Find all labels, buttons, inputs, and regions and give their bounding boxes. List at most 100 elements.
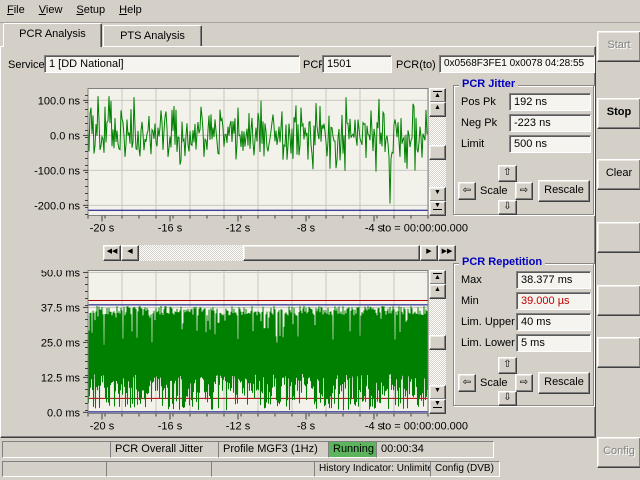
blank-button-1[interactable] [597,222,640,253]
jitter-neg-pk-label: Neg Pk [461,114,497,132]
repetition-scale-left-button[interactable]: ⇦ [458,374,476,392]
repetition-vscroll-bottom-button[interactable]: ▼ [429,399,446,414]
svg-text:25.0 ms: 25.0 ms [41,337,81,349]
stop-button[interactable]: Stop [597,98,640,129]
config-mode: Config (DVB) [430,461,500,477]
menu-item-help[interactable]: Help [112,0,149,19]
svg-text:-4 s: -4 s [365,421,384,433]
svg-text:-8 s: -8 s [297,223,316,235]
repetition-min-label: Min [461,292,479,310]
jitter-scale-scrollbar[interactable]: ▲▲ ▼▼ [429,88,446,215]
svg-text:-12 s: -12 s [226,223,251,235]
jitter-pos-pk-value: 192 ns [509,93,591,111]
scroll-left-button[interactable]: ◀ [121,245,139,261]
svg-text:100.0 ns: 100.0 ns [38,95,81,107]
jitter-scale-left-button[interactable]: ⇦ [458,182,476,200]
pcr-pid-field[interactable]: 1501 [322,55,392,73]
jitter-vscroll-top-button[interactable]: ▲ [429,88,446,103]
history-indicator: History Indicator: Unlimited [314,461,434,477]
repetition-vscroll-down-button[interactable]: ▼ [429,385,446,400]
svg-text:-200.0 ns: -200.0 ns [34,200,80,212]
svg-text:-4 s: -4 s [365,223,384,235]
tab-pts-analysis[interactable]: PTS Analysis [103,25,202,46]
jitter-vscroll-up-button[interactable]: ▲ [429,102,446,117]
svg-text:-20 s: -20 s [90,223,115,235]
svg-text:to = 00:00:00.000: to = 00:00:00.000 [382,223,468,235]
scroll-far-right-button[interactable]: ▶▶ [438,245,456,261]
repetition-vscroll-thumb[interactable] [429,335,446,350]
jitter-limit-label: Limit [461,135,484,153]
status-running-badge: Running [328,441,380,458]
blank-button-2[interactable] [597,285,640,316]
svg-text:-20 s: -20 s [90,421,115,433]
pcr-jitter-panel: PCR Jitter Pos Pk192 nsNeg Pk-223 nsLimi… [453,85,594,215]
repetition-scale-right-button[interactable]: ⇨ [515,374,533,392]
svg-text:0.0 ns: 0.0 ns [50,130,80,142]
svg-text:0.0 ms: 0.0 ms [47,407,81,419]
scroll-far-left-button[interactable]: ◀◀ [103,245,121,261]
svg-text:-16 s: -16 s [158,421,183,433]
config-button[interactable]: Config [597,437,640,468]
repetition-lim-lower-value: 5 ms [516,334,591,352]
time-scrollbar[interactable]: ◀◀◀ ▶▶▶ [103,245,456,261]
jitter-neg-pk-value: -223 ns [509,114,591,132]
clear-button[interactable]: Clear [597,159,640,190]
repetition-rescale-button[interactable]: Rescale [538,372,590,394]
start-button[interactable]: Start [597,31,640,62]
svg-text:-16 s: -16 s [158,223,183,235]
repetition-lim-upper-label: Lim. Upper [461,313,515,331]
blank-button-3[interactable] [597,337,640,368]
jitter-vscroll-bottom-button[interactable]: ▼ [429,201,446,216]
jitter-scale-up-button[interactable]: ⇧ [498,165,517,182]
svg-text:-100.0 ns: -100.0 ns [34,165,80,177]
jitter-rescale-button[interactable]: Rescale [538,180,590,202]
service-field[interactable]: 1 [DD National] [44,55,300,73]
pcr-jitter-chart: 100.0 ns 0.0 ns -100.0 ns -200.0 ns -20 s -16… [24,88,470,242]
app-window: FileViewSetupHelp PCR AnalysisPTS Analys… [0,0,640,480]
jitter-vscroll-thumb[interactable] [429,145,446,160]
pcr-jitter-title: PCR Jitter [459,78,518,90]
repetition-vscroll-up-button[interactable]: ▲ [429,284,446,299]
pcr-repetition-chart: 50.0 ms 37.5 ms 25.0 ms 12.5 ms 0.0 ms -20 s -… [24,270,470,432]
scroll-right-button[interactable]: ▶ [420,245,438,261]
svg-text:-12 s: -12 s [226,421,251,433]
svg-text:37.5 ms: 37.5 ms [41,302,81,314]
repetition-vscroll-top-button[interactable]: ▲ [429,270,446,285]
repetition-max-label: Max [461,271,482,289]
jitter-scale-down-button[interactable]: ⇩ [498,200,517,215]
arrow-down-icon: ⇩ [499,201,516,212]
repetition-scale-label: Scale [480,377,508,389]
menu-item-view[interactable]: View [32,0,70,19]
repetition-scale-up-button[interactable]: ⇧ [498,357,517,374]
jitter-scale-right-button[interactable]: ⇨ [515,182,533,200]
arrow-up-icon: ⇧ [499,166,516,179]
status-profile: Profile MGF3 (1Hz) [218,441,332,458]
svg-text:50.0 ms: 50.0 ms [41,270,81,279]
repetition-max-value: 38.377 ms [516,271,591,289]
repetition-scale-scrollbar[interactable]: ▲▲ ▼▼ [429,270,446,413]
tab-pcr-analysis[interactable]: PCR Analysis [3,23,102,47]
menu-item-setup[interactable]: Setup [69,0,112,19]
statusbar2-cell-2 [106,461,215,477]
repetition-lim-lower-label: Lim. Lower [461,334,515,352]
svg-text:to = 00:00:00.000: to = 00:00:00.000 [382,421,468,433]
status-mode: PCR Overall Jitter [110,441,222,458]
arrow-down-icon: ⇩ [499,392,516,403]
menu-bar: FileViewSetupHelp [0,0,640,23]
svg-text:12.5 ms: 12.5 ms [41,372,81,384]
pcr-repetition-title: PCR Repetition [459,256,545,268]
repetition-lim-upper-value: 40 ms [516,313,591,331]
pcr-repetition-panel: PCR Repetition Max38.377 msMin39.000 µsL… [453,263,594,406]
time-scrollbar-thumb[interactable] [243,245,420,261]
repetition-scale-down-button[interactable]: ⇩ [498,391,517,406]
repetition-min-value: 39.000 µs [516,292,591,310]
jitter-vscroll-down-button[interactable]: ▼ [429,187,446,202]
status-cell-empty [2,441,114,458]
arrow-right-icon: ⇨ [516,375,532,390]
arrow-up-icon: ⇧ [499,358,516,371]
jitter-limit-value: 500 ns [509,135,591,153]
service-label: Service [8,59,45,71]
menu-item-file[interactable]: File [0,0,32,19]
pcr-to-label: PCR(to) [396,59,436,71]
statusbar2-cell-1 [2,461,110,477]
